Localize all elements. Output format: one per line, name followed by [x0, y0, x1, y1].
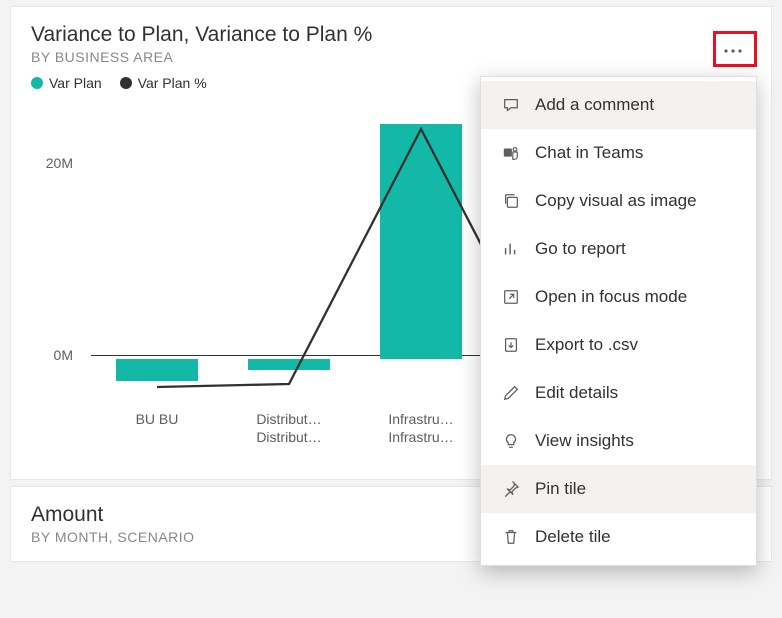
pin-tile-icon [501, 479, 521, 499]
view-insights-icon [501, 431, 521, 451]
tile-subtitle: BY BUSINESS AREA [31, 49, 751, 65]
bar[interactable] [91, 109, 223, 409]
edit-details-icon [501, 383, 521, 403]
menu-item-edit-details[interactable]: Edit details [481, 369, 756, 417]
legend-swatch [31, 77, 43, 89]
tile-title: Variance to Plan, Variance to Plan % [31, 23, 751, 47]
bar[interactable] [223, 109, 355, 409]
menu-item-label: Go to report [535, 239, 626, 259]
legend-item-var-plan[interactable]: Var Plan [31, 75, 102, 91]
menu-item-label: Edit details [535, 383, 618, 403]
delete-tile-icon [501, 527, 521, 547]
menu-item-label: Copy visual as image [535, 191, 697, 211]
menu-item-add-comment[interactable]: Add a comment [481, 81, 756, 129]
ellipsis-icon [723, 48, 743, 54]
menu-item-delete-tile[interactable]: Delete tile [481, 513, 756, 561]
menu-item-label: Pin tile [535, 479, 586, 499]
menu-item-label: Export to .csv [535, 335, 638, 355]
menu-item-export-csv[interactable]: Export to .csv [481, 321, 756, 369]
menu-item-label: View insights [535, 431, 634, 451]
legend-label: Var Plan [49, 75, 102, 91]
y-axis: 20M 0M [31, 109, 81, 409]
x-axis-label: BU BU [91, 411, 223, 469]
legend-swatch [120, 77, 132, 89]
x-axis-label: Infrastru… Infrastru… [355, 411, 487, 469]
add-comment-icon [501, 95, 521, 115]
copy-image-icon [501, 191, 521, 211]
tile-context-menu: Add a comment Chat in Teams Copy visual as… [480, 76, 757, 566]
menu-item-view-insights[interactable]: View insights [481, 417, 756, 465]
bar[interactable] [355, 109, 487, 409]
menu-item-label: Open in focus mode [535, 287, 687, 307]
menu-item-copy-image[interactable]: Copy visual as image [481, 177, 756, 225]
go-report-icon [501, 239, 521, 259]
menu-item-label: Chat in Teams [535, 143, 643, 163]
menu-item-pin-tile[interactable]: Pin tile [481, 465, 756, 513]
menu-item-go-report[interactable]: Go to report [481, 225, 756, 273]
y-tick: 20M [46, 155, 73, 171]
legend-item-var-plan-pct[interactable]: Var Plan % [120, 75, 207, 91]
more-options-button[interactable] [715, 37, 751, 65]
chat-teams-icon [501, 143, 521, 163]
menu-item-focus-mode[interactable]: Open in focus mode [481, 273, 756, 321]
y-tick: 0M [54, 347, 73, 363]
menu-item-chat-teams[interactable]: Chat in Teams [481, 129, 756, 177]
focus-mode-icon [501, 287, 521, 307]
x-axis-label: Distribut… Distribut… [223, 411, 355, 469]
legend-label: Var Plan % [138, 75, 207, 91]
export-csv-icon [501, 335, 521, 355]
menu-item-label: Delete tile [535, 527, 611, 547]
menu-item-label: Add a comment [535, 95, 654, 115]
